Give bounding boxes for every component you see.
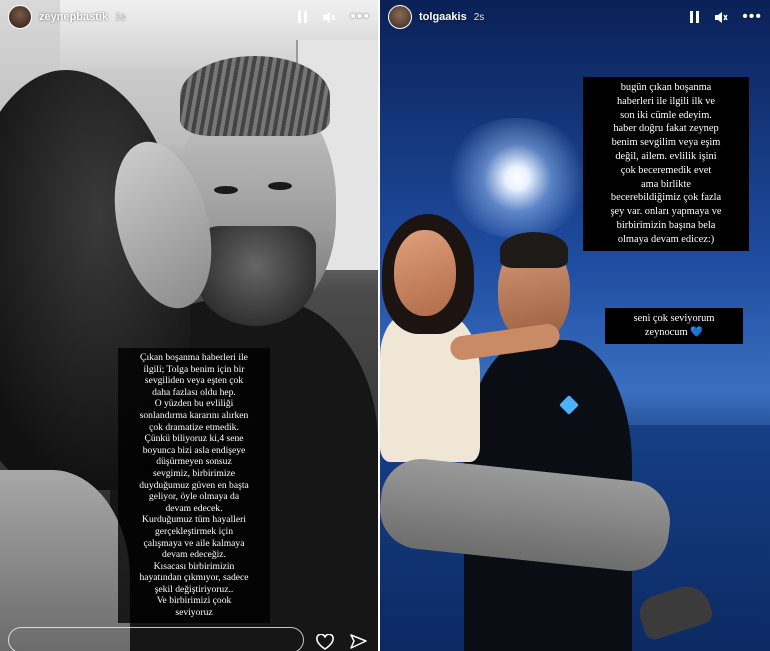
photo-eye [214,186,238,194]
caption-line: birbirimizin başına bela [616,219,716,231]
caption-line: Kurduğumuz tüm hayalleri [142,514,246,526]
caption-line: devam edecek. [165,502,223,514]
caption-line: boyunca bizi asla endişeye [142,444,246,456]
caption-line: daha fazlası oldu hep. [152,386,236,398]
note-line: zeynocum 💙 [609,326,739,340]
photo-moon [442,118,592,238]
story-header: tolgaakis 2s ••• [380,0,770,34]
mute-icon[interactable] [714,11,728,24]
story-caption: bugün çıkan boşanma haberleri ile ilgili… [583,77,749,251]
caption-line: Ve birbirimizi çook [156,595,232,607]
photo-man-hair [180,56,330,136]
caption-line: devam edeceğiz. [162,549,226,561]
caption-line: şey var. onları yapmaya ve [610,206,722,218]
story-username[interactable]: tolgaakis [419,11,467,23]
caption-line: olmaya devam edicez:) [617,233,715,245]
caption-line: sevgimiz, birbirimize [152,467,236,479]
caption-line: haberleri ile ilgili ilk ve [616,95,716,107]
caption-line: sevgiliden veya eşten çok [144,375,244,387]
avatar[interactable] [388,5,412,29]
note-text: zeynocum [644,326,688,338]
story-controls: ••• [298,9,370,25]
caption-line: çalışmaya ve aile kalmaya [143,537,245,549]
caption-line: bugün çıkan boşanma [620,82,712,93]
caption-line: son iki cümle edeyim. [620,109,712,121]
caption-line: ilgili; Tolga benim için bir [143,363,245,375]
caption-line: Kısacası birbirimizin [153,560,235,572]
caption-line: Çünkü biliyoruz ki,4 sene [144,433,244,445]
story-username[interactable]: zeynepbastik [39,11,108,23]
story-tolgaakis[interactable]: tolgaakis 2s ••• bugün çıkan boşanma hab… [380,0,770,651]
caption-line: sonlandırma kararını alırken [139,409,249,421]
mute-icon[interactable] [322,11,336,24]
pause-icon[interactable] [690,11,700,23]
caption-line: gerçekleştirmek için [154,525,234,537]
story-time: 2s [473,11,485,23]
reply-input[interactable] [8,627,304,651]
story-zeynepbastik[interactable]: zeynepbastik 1s ••• Çıkan boşanma haberl… [0,0,378,651]
caption-line: çok dramatize etmedik. [149,421,239,433]
send-icon[interactable] [350,634,367,650]
caption-line: O yüzden bu evliliği [154,398,234,410]
story-time: 1s [115,11,126,23]
heart-icon[interactable] [316,634,334,650]
photo-woman-face [394,230,456,316]
photo-eye [268,182,292,190]
caption-line: geliyor, öyle olmaya da [148,491,240,503]
caption-line: çok beceremedik evet [620,164,712,176]
story-note: seni çok seviyorum zeynocum 💙 [605,308,743,344]
more-icon[interactable]: ••• [742,9,762,25]
caption-line: şekil değiştiriyoruz.. [154,583,234,595]
photo-man-beard [196,226,316,326]
caption-line: ama birlikte [641,178,691,190]
story-caption: Çıkan boşanma haberleri ile ilgili; Tolg… [118,348,270,623]
note-line: seni çok seviyorum [633,313,715,324]
story-controls: ••• [690,9,762,25]
caption-line: Çıkan boşanma haberleri ile [140,352,248,363]
blue-heart-emoji: 💙 [690,326,704,338]
caption-line: benim sevgilim veya eşim [611,137,721,149]
caption-line: haber doğru fakat zeynep [613,123,719,135]
caption-line: değil, ailem. evlilik işini [615,150,717,162]
more-icon[interactable]: ••• [350,9,370,25]
caption-line: becerebildiğimiz çok fazla [610,192,722,204]
caption-line: seviyoruz [175,607,213,619]
pause-icon[interactable] [298,11,308,23]
caption-line: hayatından çıkmıyor, sadece [139,572,249,584]
caption-line: duyduğumuz güven en başta [139,479,249,491]
photo-man-hair [500,232,568,268]
avatar[interactable] [8,5,32,29]
story-header: zeynepbastik 1s ••• [0,0,378,34]
caption-line: düşürmeyen sonsuz [156,456,232,468]
